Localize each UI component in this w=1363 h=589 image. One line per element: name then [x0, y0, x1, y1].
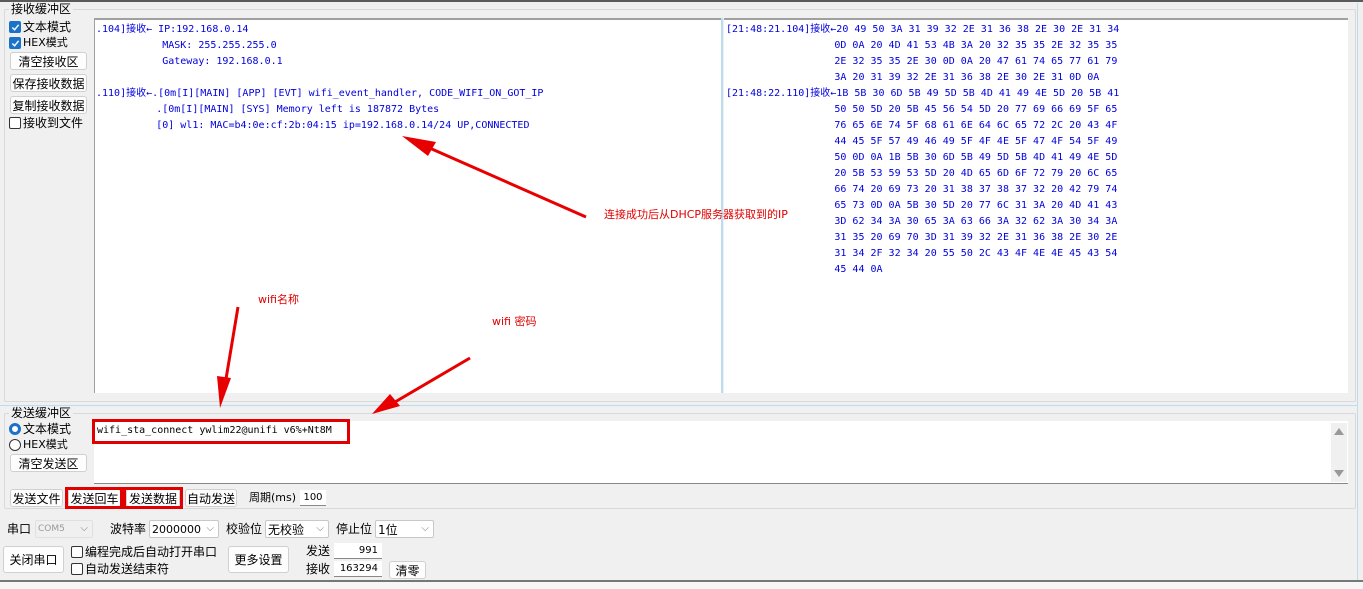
baud-select[interactable]: 2000000 ⌵ — [149, 520, 219, 538]
stop-bits-label: 停止位 — [336, 522, 373, 536]
copy-receive-button[interactable]: 复制接收数据 — [10, 96, 87, 114]
receive-text-line: Gateway: 192.168.0.1 — [96, 56, 283, 67]
send-scrollbar[interactable] — [1331, 423, 1347, 482]
recv-label: 接收 — [306, 562, 331, 576]
scroll-down-arrow-icon[interactable] — [1334, 470, 1344, 477]
receive-hex-line: 45 44 0A — [726, 264, 883, 275]
baud-value: 2000000 — [152, 522, 201, 536]
sent-count: 991 — [334, 543, 382, 559]
checkbox-unchecked-icon — [71, 546, 83, 558]
clear-counts-button[interactable]: 清零 — [389, 561, 426, 579]
receive-buffer-title: 接收缓冲区 — [9, 2, 74, 16]
receive-hex-line: [21:48:21.104]接收←20 49 50 3A 31 39 32 2E… — [726, 24, 1120, 35]
send-text-mode-label: 文本模式 — [23, 422, 72, 436]
receive-text-line: MASK: 255.255.255.0 — [96, 40, 277, 51]
receive-hex-line: 50 0D 0A 1B 5B 30 6D 5B 49 5D 5B 4D 41 4… — [726, 152, 1118, 163]
parity-select[interactable]: 无校验 ⌵ — [265, 520, 329, 538]
chevron-down-icon: ⌵ — [206, 523, 214, 534]
stop-bits-select[interactable]: 1位 ⌵ — [375, 520, 434, 538]
receive-hex-line: [21:48:22.110]接收←1B 5B 30 6D 5B 49 5D 5B… — [726, 88, 1120, 99]
checkbox-checked-icon — [9, 21, 21, 33]
checkbox-checked-icon — [9, 37, 21, 49]
stop-bits-value: 1位 — [378, 522, 398, 537]
receive-text-mode-checkbox[interactable]: 文本模式 — [9, 20, 71, 34]
receive-text-line: .110]接收←.[0m[I][MAIN] [APP] [EVT] wifi_e… — [96, 88, 544, 99]
send-file-button[interactable]: 发送文件 — [10, 489, 63, 507]
checkbox-unchecked-icon — [9, 117, 21, 129]
highlight-send-enter — [65, 487, 123, 509]
receive-hex-line: 31 34 2F 32 34 20 55 50 2C 43 4F 4E 4E 4… — [726, 248, 1118, 259]
receive-to-file-label: 接收到文件 — [23, 116, 84, 130]
receive-hex-pane[interactable]: [21:48:21.104]接收←20 49 50 3A 31 39 32 2E… — [724, 18, 1348, 393]
auto-send-button[interactable]: 自动发送 — [185, 489, 237, 507]
receive-hex-line: 50 50 5D 20 5B 45 56 54 5D 20 77 69 66 6… — [726, 104, 1118, 115]
auto-open-label: 编程完成后自动打开串口 — [85, 545, 218, 559]
scroll-up-arrow-icon[interactable] — [1334, 428, 1344, 435]
receive-hex-line: 20 5B 53 59 53 5D 20 4D 65 6D 6F 72 79 2… — [726, 168, 1118, 179]
recv-count: 163294 — [334, 561, 382, 577]
right-edge-splitter — [1357, 3, 1358, 583]
status-bar — [0, 582, 1363, 589]
receive-hex-line: 66 74 20 69 73 20 31 38 37 38 37 32 20 4… — [726, 184, 1118, 195]
chevron-down-icon: ⌵ — [80, 523, 88, 534]
chevron-down-icon: ⌵ — [316, 523, 324, 534]
annotation-password-note: wifi 密码 — [492, 315, 537, 328]
sent-label: 发送 — [306, 544, 331, 558]
receive-text-line: [0] wl1: MAC=b4:0e:cf:2b:04:15 ip=192.16… — [96, 120, 530, 131]
receive-hex-line: 0D 0A 20 4D 41 53 4B 3A 20 32 35 35 2E 3… — [726, 40, 1118, 51]
window-top-border — [0, 0, 1363, 2]
auto-end-label: 自动发送结束符 — [85, 562, 170, 576]
receive-to-file-checkbox[interactable]: 接收到文件 — [9, 116, 83, 130]
section-splitter[interactable] — [0, 405, 1357, 406]
port-select[interactable]: COM5 ⌵ — [35, 520, 93, 538]
parity-value: 无校验 — [268, 522, 305, 537]
parity-label: 校验位 — [226, 522, 263, 536]
receive-text-mode-label: 文本模式 — [23, 20, 72, 34]
period-input[interactable]: 100 — [300, 490, 326, 506]
receive-hex-line: 44 45 5F 57 49 46 49 5F 4F 4E 5F 47 4F 5… — [726, 136, 1118, 147]
receive-hex-mode-label: HEX模式 — [23, 36, 68, 49]
highlight-send-data — [123, 487, 183, 509]
clear-receive-button[interactable]: 清空接收区 — [10, 52, 87, 70]
radio-unselected-icon — [9, 439, 21, 451]
port-value: COM5 — [38, 524, 65, 534]
close-port-button[interactable]: 关闭串口 — [3, 546, 64, 573]
receive-text-line: .104]接收← IP:192.168.0.14 — [96, 24, 249, 35]
send-buffer-title: 发送缓冲区 — [9, 406, 74, 420]
annotation-ip-note: 连接成功后从DHCP服务器获取到的IP — [604, 208, 788, 221]
receive-hex-line: 31 35 20 69 70 3D 31 39 32 2E 31 36 38 2… — [726, 232, 1118, 243]
baud-label: 波特率 — [110, 522, 147, 536]
clear-send-button[interactable]: 清空发送区 — [10, 454, 87, 472]
send-hex-mode-label: HEX模式 — [23, 438, 68, 451]
checkbox-unchecked-icon — [71, 563, 83, 575]
more-settings-button[interactable]: 更多设置 — [228, 546, 289, 573]
send-hex-mode-radio[interactable]: HEX模式 — [9, 438, 68, 452]
receive-hex-line: 2E 32 35 35 2E 30 0D 0A 20 47 61 74 65 7… — [726, 56, 1118, 67]
period-label: 周期(ms) — [249, 491, 297, 504]
annotation-ssid-note: wifi名称 — [258, 293, 299, 306]
receive-hex-line: 3A 20 31 39 32 2E 31 36 38 2E 30 2E 31 0… — [726, 72, 1100, 83]
auto-open-checkbox[interactable]: 编程完成后自动打开串口 — [71, 545, 217, 559]
radio-selected-icon — [9, 423, 21, 435]
send-text-mode-radio[interactable]: 文本模式 — [9, 422, 71, 436]
receive-hex-mode-checkbox[interactable]: HEX模式 — [9, 36, 68, 50]
highlight-send-input — [92, 419, 350, 444]
save-receive-button[interactable]: 保存接收数据 — [10, 74, 87, 92]
receive-hex-line: 76 65 6E 74 5F 68 61 6E 64 6C 65 72 2C 2… — [726, 120, 1118, 131]
receive-text-line: .[0m[I][MAIN] [SYS] Memory left is 18787… — [96, 104, 440, 115]
port-label: 串口 — [7, 522, 32, 536]
chevron-down-icon: ⌵ — [421, 523, 429, 534]
auto-end-checkbox[interactable]: 自动发送结束符 — [71, 562, 169, 576]
